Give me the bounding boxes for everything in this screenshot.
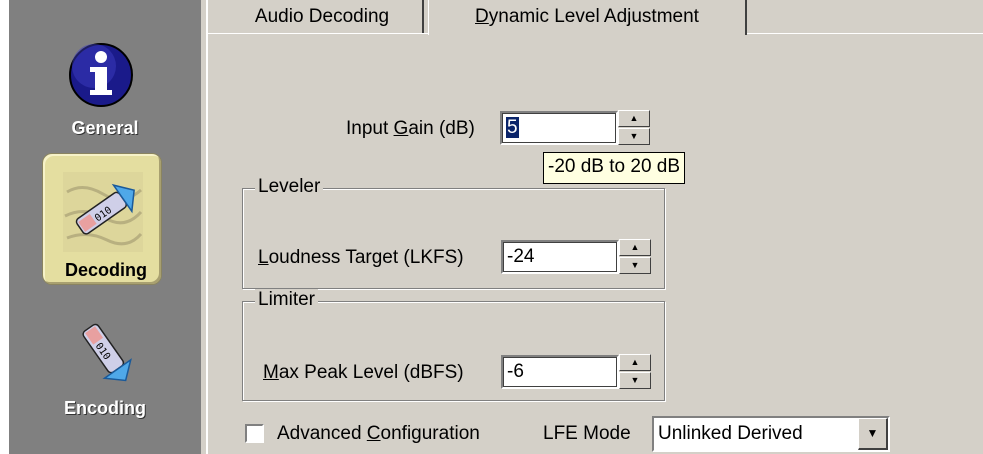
lfe-mode-dropdown[interactable]: Unlinked Derived ▼ [652,416,890,452]
max-peak-level-spinner[interactable]: ▲ ▼ [619,354,651,390]
advanced-configuration-label[interactable]: Advanced Configuration [277,423,480,445]
spin-up-button[interactable]: ▲ [618,110,650,127]
label-text: ax Peak Level (dBFS) [278,362,464,383]
lfe-mode-value: Unlinked Derived [658,423,803,444]
label-text: onfiguration [380,423,480,444]
loudness-target-label: Loudness Target (LKFS) [258,247,464,269]
encoding-icon: 010 [82,323,132,382]
spin-down-button[interactable]: ▼ [618,128,650,145]
sidebar-item-label: Decoding [64,260,147,280]
spin-down-button[interactable]: ▼ [619,372,651,389]
loudness-target-spinner[interactable]: ▲ ▼ [619,239,651,275]
input-gain-field[interactable]: 5 [500,111,618,145]
label-mnemonic: C [366,423,381,444]
max-peak-level-value: -6 [507,361,524,382]
chevron-down-icon[interactable]: ▼ [858,418,888,450]
tab-label-mnemonic: D [475,6,489,27]
spin-up-button[interactable]: ▲ [619,239,651,256]
label-text: Advanced [277,423,367,444]
loudness-target-value: -24 [507,246,535,267]
label-mnemonic: G [393,118,409,139]
spin-up-button[interactable]: ▲ [619,354,651,371]
label-text: oudness Target (LKFS) [268,247,464,268]
advanced-configuration-checkbox[interactable] [245,424,264,443]
limiter-group-title: Limiter [255,289,319,311]
tab-label: Audio Decoding [254,6,390,27]
max-peak-level-label: Max Peak Level (dBFS) [263,362,464,384]
decoding-icon: 010 [63,172,143,252]
sidebar-item-encoding[interactable]: 010 Encoding [9,305,201,425]
sidebar-item-label: Encoding [64,398,146,418]
lfe-mode-label: LFE Mode [543,423,631,444]
sidebar-item-label: General [71,118,139,138]
label-mnemonic: M [263,362,279,383]
tab-label: ynamic Level Adjustment [488,6,699,27]
max-peak-level-field[interactable]: -6 [501,355,619,389]
tab-dynamic-level-adjustment[interactable]: Dynamic Level Adjustment [428,0,747,35]
input-gain-label: Input Gain (dB) [346,118,475,140]
info-icon [69,43,133,107]
spin-down-button[interactable]: ▼ [619,257,651,274]
tab-audio-decoding[interactable]: Audio Decoding [222,0,424,33]
label-text: ain (dB) [408,118,475,139]
label-text: Input [346,118,394,139]
label-mnemonic: L [258,247,269,268]
sidebar-nav: General 010 Decoding 010 Encoding [9,0,201,454]
sidebar-item-decoding[interactable]: 010 Decoding [42,153,162,285]
sidebar-item-general[interactable]: General [9,30,201,142]
loudness-target-field[interactable]: -24 [501,240,619,274]
input-gain-value: 5 [506,117,519,138]
leveler-group-title: Leveler [255,176,324,198]
input-gain-spinner[interactable]: ▲ ▼ [618,110,650,146]
input-gain-tooltip: -20 dB to 20 dB [543,152,686,184]
